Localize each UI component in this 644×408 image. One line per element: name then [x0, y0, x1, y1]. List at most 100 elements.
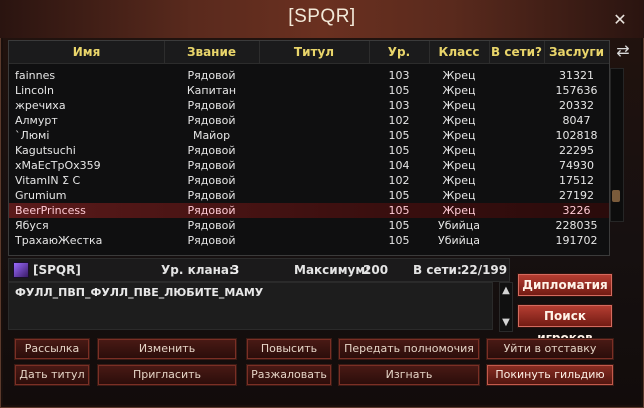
member-name: `Люмі — [15, 129, 50, 142]
member-online — [489, 143, 544, 158]
mail-button[interactable]: Рассылка — [14, 338, 90, 360]
member-class: Убийца — [437, 234, 480, 247]
scroll-up-icon[interactable]: ▲ — [500, 285, 512, 297]
table-row[interactable]: Алмурт Рядовой 102 Жрец 8047 — [9, 113, 609, 128]
member-level: 102 — [388, 114, 410, 127]
table-row[interactable]: fainnes Рядовой 103 Жрец 31321 — [9, 68, 609, 83]
announcement-scrollbar[interactable]: ▲ ▼ — [499, 282, 513, 332]
member-rank: Рядовой — [187, 174, 236, 187]
member-class: Жрец — [442, 159, 476, 172]
member-name: Kagutsuchi — [15, 144, 76, 157]
column-merit[interactable]: Заслуги — [544, 41, 609, 63]
clan-max-label: Максимум: — [294, 263, 370, 277]
member-class: Жрец — [442, 69, 476, 82]
give-title-button[interactable]: Дать титул — [14, 364, 90, 386]
column-title[interactable]: Титул — [259, 41, 370, 63]
clan-online-value: 22/199 — [461, 263, 508, 277]
member-rank: Рядовой — [187, 114, 236, 127]
table-row[interactable]: Grumium Рядовой 105 Жрец 27192 — [9, 188, 609, 203]
member-name: Lincoln — [15, 84, 54, 97]
leave-guild-button[interactable]: Покинуть гильдию — [486, 364, 614, 386]
clan-announcement[interactable]: ФУЛЛ_ПВП_ФУЛЛ_ПВЕ_ЛЮБИТЕ_МАМУ — [8, 282, 493, 330]
clan-name: [SPQR] — [33, 263, 81, 277]
member-rank: Капитан — [186, 84, 237, 97]
member-merit: 27192 — [559, 189, 594, 202]
table-row[interactable]: ТрахаюЖестка Рядовой 105 Убийца 191702 — [9, 233, 609, 248]
column-level[interactable]: Ур. — [369, 41, 430, 63]
resign-button[interactable]: Уйти в отставку — [486, 338, 614, 360]
member-title — [259, 158, 369, 173]
member-name: fainnes — [15, 69, 56, 82]
table-row-selected[interactable]: BeerPrincess Рядовой 105 Жрец 3226 — [9, 203, 609, 218]
column-class[interactable]: Класс — [429, 41, 490, 63]
member-online — [489, 128, 544, 143]
find-players-button[interactable]: Поиск игроков — [517, 304, 613, 345]
column-name[interactable]: Имя — [9, 41, 165, 63]
member-name: ТрахаюЖестка — [15, 234, 103, 247]
invite-button[interactable]: Пригласить — [97, 364, 237, 386]
title-bar: [SPQR] ✕ — [0, 0, 644, 38]
member-online — [489, 233, 544, 248]
member-level: 103 — [388, 99, 410, 112]
member-online — [489, 83, 544, 98]
member-level: 105 — [388, 234, 410, 247]
member-rank: Рядовой — [187, 144, 236, 157]
member-name: Ябуся — [15, 219, 49, 232]
member-online — [489, 218, 544, 233]
table-header: Имя Звание Титул Ур. Класс В сети? Заслу… — [9, 41, 609, 64]
promote-button[interactable]: Повысить — [246, 338, 332, 360]
member-level: 105 — [388, 219, 410, 232]
table-row[interactable]: xMaEcTpOx359 Рядовой 104 Жрец 74930 — [9, 158, 609, 173]
member-class: Жрец — [442, 129, 476, 142]
member-title — [259, 83, 369, 98]
member-level: 105 — [388, 129, 410, 142]
member-level: 105 — [388, 84, 410, 97]
table-row[interactable]: Ябуся Рядовой 105 Убийца 228035 — [9, 218, 609, 233]
table-row[interactable]: Lincoln Капитан 105 Жрец 157636 — [9, 83, 609, 98]
member-class: Жрец — [442, 84, 476, 97]
change-button[interactable]: Изменить — [97, 338, 237, 360]
member-title — [259, 173, 369, 188]
column-rank[interactable]: Звание — [164, 41, 260, 63]
table-row[interactable]: жречиха Рядовой 103 Жрец 20332 — [9, 98, 609, 113]
member-merit: 228035 — [555, 219, 598, 232]
member-title — [259, 203, 369, 218]
clan-level-label: Ур. клана: — [161, 263, 234, 277]
member-table: Имя Звание Титул Ур. Класс В сети? Заслу… — [8, 40, 610, 256]
diplomacy-button[interactable]: Дипломатия — [517, 273, 613, 297]
clan-info-bar: [SPQR] Ур. клана: 3 Максимум: 200 В сети… — [8, 258, 510, 282]
close-icon[interactable]: ✕ — [610, 10, 630, 30]
member-merit: 157636 — [555, 84, 598, 97]
transfer-authority-button[interactable]: Передать полномочия — [338, 338, 480, 360]
member-merit: 3226 — [562, 204, 591, 217]
member-merit: 22295 — [559, 144, 594, 157]
member-level: 104 — [388, 159, 410, 172]
scroll-down-icon[interactable]: ▼ — [500, 317, 512, 329]
expel-button[interactable]: Изгнать — [338, 364, 480, 386]
member-name: xMaEcTpOx359 — [15, 159, 101, 172]
member-title — [259, 68, 369, 83]
table-row[interactable]: VitamIN Σ C Рядовой 102 Жрец 17512 — [9, 173, 609, 188]
demote-button[interactable]: Разжаловать — [246, 364, 332, 386]
member-name: жречиха — [15, 99, 66, 112]
member-online — [489, 203, 544, 218]
guild-window: [SPQR] ✕ Имя Звание Титул Ур. Класс В се… — [0, 0, 644, 408]
member-title — [259, 113, 369, 128]
member-name: Grumium — [15, 189, 67, 202]
clan-emblem-icon — [13, 262, 29, 278]
member-level: 105 — [388, 204, 410, 217]
member-level: 103 — [388, 69, 410, 82]
member-rank: Рядовой — [187, 99, 236, 112]
member-name: BeerPrincess — [15, 204, 86, 217]
member-level: 105 — [388, 189, 410, 202]
clan-level-value: 3 — [231, 263, 240, 277]
table-row[interactable]: Kagutsuchi Рядовой 105 Жрец 22295 — [9, 143, 609, 158]
scroll-thumb[interactable] — [612, 190, 620, 202]
member-merit: 74930 — [559, 159, 594, 172]
refresh-icon[interactable]: ⇄ — [614, 42, 632, 60]
member-rank: Рядовой — [187, 159, 236, 172]
member-class: Жрец — [442, 189, 476, 202]
member-online — [489, 68, 544, 83]
column-online[interactable]: В сети? — [489, 41, 545, 63]
table-row[interactable]: `Люмі Майор 105 Жрец 102818 — [9, 128, 609, 143]
